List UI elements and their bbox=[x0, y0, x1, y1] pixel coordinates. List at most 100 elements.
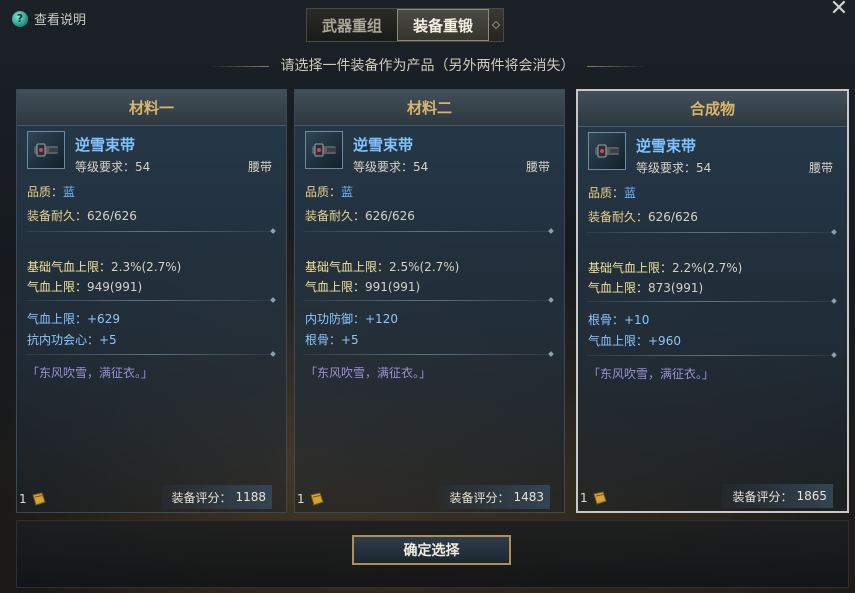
extra-stat-1: 气血上限：+629 bbox=[27, 312, 120, 326]
quality-label: 品质： bbox=[27, 185, 64, 199]
hp-value: 949(991) bbox=[87, 280, 143, 294]
divider bbox=[303, 231, 550, 232]
base-stat-label: 基础气血上限： bbox=[305, 260, 390, 274]
score-label: 装备评分： bbox=[449, 490, 510, 505]
extra-stat-2: 根骨：+5 bbox=[305, 333, 359, 347]
equipment-score: 装备评分： 1188 bbox=[161, 485, 272, 509]
item-count: 1 bbox=[297, 492, 305, 506]
divider bbox=[586, 232, 833, 233]
scroll-icon bbox=[593, 491, 607, 505]
score-value: 1188 bbox=[235, 490, 266, 504]
help-link[interactable]: ? 查看说明 bbox=[12, 9, 86, 28]
base-stat-label: 基础气血上限： bbox=[27, 260, 112, 274]
durability-label: 装备耐久： bbox=[305, 209, 366, 223]
quality-value: 蓝 bbox=[341, 185, 354, 199]
item-name: 逆雪束带 bbox=[353, 136, 414, 154]
tab-bar-cap bbox=[489, 9, 503, 41]
item-count: 1 bbox=[580, 491, 588, 505]
tab-bar: 武器重组 装备重锻 bbox=[306, 8, 504, 42]
durability-value: 626/626 bbox=[87, 209, 137, 223]
divider bbox=[586, 355, 833, 356]
tab-weapon-recombine[interactable]: 武器重组 bbox=[307, 9, 397, 41]
extra-stat-1: 内功防御：+120 bbox=[305, 312, 398, 326]
score-value: 1483 bbox=[513, 490, 544, 504]
divider bbox=[25, 231, 272, 232]
hp-line: 气血上限：949(991) bbox=[27, 278, 142, 295]
base-stat-line: 基础气血上限：2.2%(2.7%) bbox=[588, 259, 742, 276]
durability-line: 装备耐久：626/626 bbox=[305, 207, 415, 224]
item-name: 逆雪束带 bbox=[75, 136, 136, 154]
extra-stat-1: 根骨：+10 bbox=[588, 313, 650, 327]
item-count: 1 bbox=[19, 492, 27, 506]
item-type: 腰带 bbox=[808, 161, 833, 175]
item-header: 逆雪束带 等级要求：54 腰带 bbox=[578, 127, 847, 179]
extra-stat-2: 气血上限：+960 bbox=[588, 334, 681, 348]
confirm-select-button[interactable]: 确定选择 bbox=[352, 535, 511, 565]
tab-equipment-reforge[interactable]: 装备重锻 bbox=[397, 9, 489, 41]
base-stat-line: 基础气血上限：2.3%(2.7%) bbox=[27, 258, 181, 275]
flavor-text: 「东风吹雪，满征衣。」 bbox=[305, 366, 432, 380]
base-stat-value: 2.3%(2.7%) bbox=[111, 260, 182, 274]
quality-label: 品质： bbox=[305, 185, 342, 199]
info-gem-icon: ? bbox=[12, 10, 28, 27]
quality-line: 品质：蓝 bbox=[305, 183, 353, 200]
hp-line: 气血上限：873(991) bbox=[588, 279, 703, 296]
scroll-icon bbox=[310, 492, 324, 506]
item-name: 逆雪束带 bbox=[636, 137, 697, 155]
divider bbox=[586, 301, 833, 302]
hp-line: 气血上限：991(991) bbox=[305, 278, 420, 295]
durability-value: 626/626 bbox=[648, 210, 698, 224]
divider bbox=[303, 300, 550, 301]
game-logo-watermark bbox=[643, 519, 855, 589]
level-requirement: 等级要求：54 bbox=[353, 160, 429, 174]
score-value: 1865 bbox=[796, 489, 827, 503]
quality-line: 品质：蓝 bbox=[27, 183, 75, 200]
quality-label: 品质： bbox=[588, 186, 625, 200]
hp-label: 气血上限： bbox=[305, 280, 366, 294]
base-stat-label: 基础气血上限： bbox=[588, 261, 673, 275]
item-type: 腰带 bbox=[525, 160, 550, 174]
score-label: 装备评分： bbox=[171, 490, 232, 505]
level-requirement: 等级要求：54 bbox=[636, 161, 712, 175]
material-one-panel[interactable]: 材料一 逆雪束带 等级要求：54 腰带 品质：蓝 装备耐久：626/626 基础… bbox=[16, 89, 287, 513]
base-stat-line: 基础气血上限：2.5%(2.7%) bbox=[305, 258, 459, 275]
divider bbox=[25, 300, 272, 301]
quality-line: 品质：蓝 bbox=[588, 184, 636, 201]
item-type: 腰带 bbox=[247, 160, 272, 174]
flavor-text: 「东风吹雪，满征衣。」 bbox=[27, 366, 154, 380]
equipment-score: 装备评分： 1483 bbox=[439, 485, 550, 509]
item-header: 逆雪束带 等级要求：54 腰带 bbox=[295, 126, 564, 178]
base-stat-value: 2.5%(2.7%) bbox=[389, 260, 460, 274]
level-requirement: 等级要求：54 bbox=[75, 160, 151, 174]
hp-label: 气血上限： bbox=[27, 280, 88, 294]
divider bbox=[303, 354, 550, 355]
durability-line: 装备耐久：626/626 bbox=[588, 208, 698, 225]
score-label: 装备评分： bbox=[732, 489, 793, 504]
close-icon: ✕ bbox=[829, 0, 849, 21]
instruction-text: 请选择一件装备作为产品（另外两件将会消失） bbox=[0, 55, 855, 75]
divider bbox=[25, 354, 272, 355]
close-button[interactable]: ✕ bbox=[829, 0, 849, 20]
panel-title: 材料二 bbox=[295, 90, 564, 126]
durability-label: 装备耐久： bbox=[588, 210, 649, 224]
base-stat-value: 2.2%(2.7%) bbox=[672, 261, 743, 275]
durability-value: 626/626 bbox=[365, 209, 415, 223]
quality-value: 蓝 bbox=[624, 186, 637, 200]
flavor-text: 「东风吹雪，满征衣。」 bbox=[588, 367, 715, 381]
belt-icon[interactable] bbox=[305, 131, 343, 169]
hp-value: 991(991) bbox=[365, 280, 421, 294]
item-header: 逆雪束带 等级要求：54 腰带 bbox=[17, 126, 286, 178]
durability-line: 装备耐久：626/626 bbox=[27, 207, 137, 224]
belt-icon[interactable] bbox=[27, 131, 65, 169]
equipment-score: 装备评分： 1865 bbox=[722, 484, 833, 508]
extra-stat-2: 抗内功会心：+5 bbox=[27, 333, 117, 347]
belt-icon[interactable] bbox=[588, 132, 626, 170]
result-panel[interactable]: 合成物 逆雪束带 等级要求：54 腰带 品质：蓝 装备耐久：626/626 基础… bbox=[576, 89, 849, 513]
material-two-panel[interactable]: 材料二 逆雪束带 等级要求：54 腰带 品质：蓝 装备耐久：626/626 基础… bbox=[294, 89, 565, 513]
scroll-icon bbox=[32, 492, 46, 506]
help-label: 查看说明 bbox=[34, 13, 87, 28]
quality-value: 蓝 bbox=[63, 185, 76, 199]
hp-label: 气血上限： bbox=[588, 281, 649, 295]
panel-title: 材料一 bbox=[17, 90, 286, 126]
durability-label: 装备耐久： bbox=[27, 209, 88, 223]
